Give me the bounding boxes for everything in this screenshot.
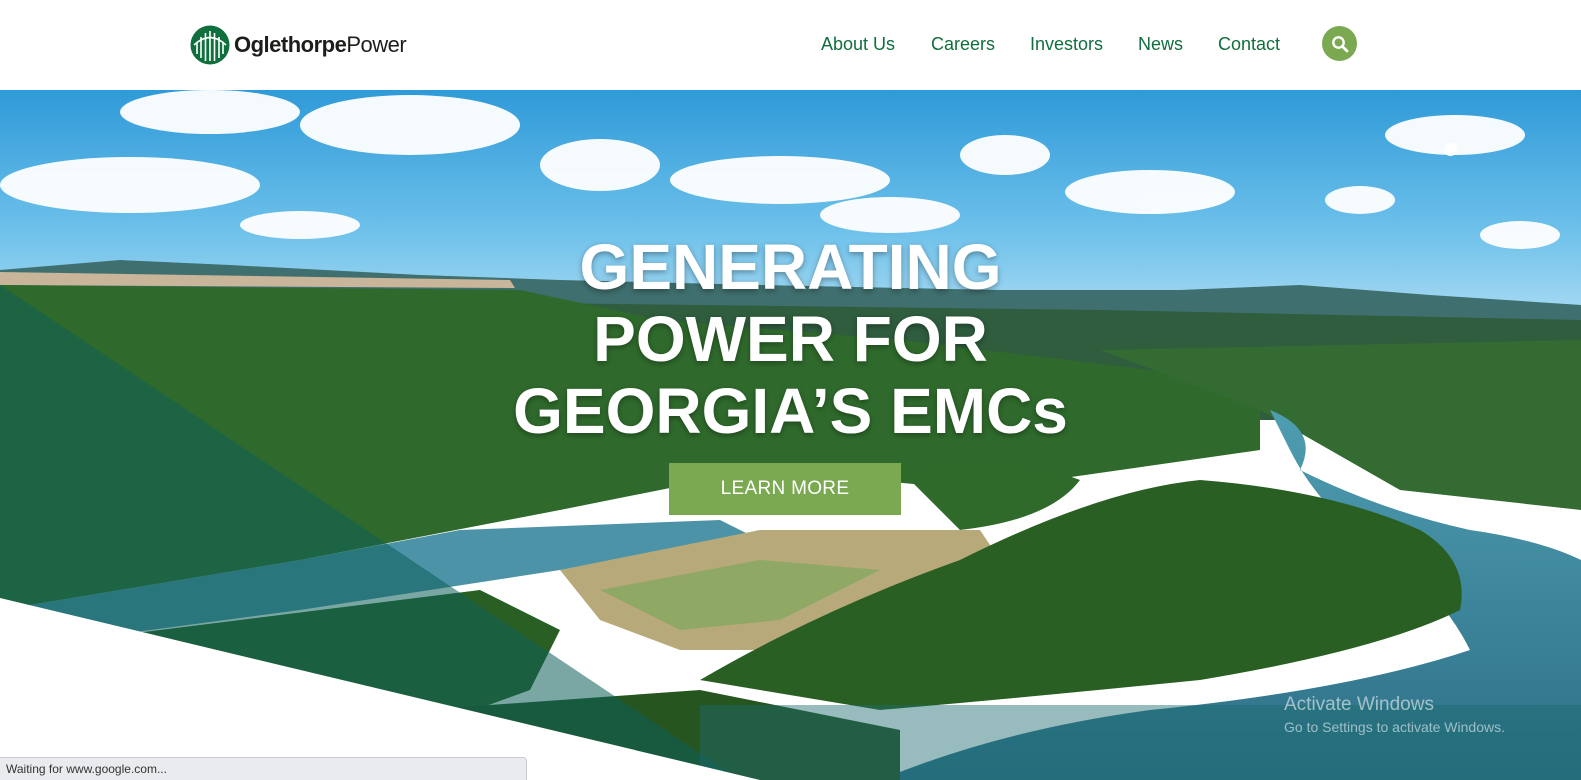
watermark-line-1: Activate Windows (1284, 694, 1434, 715)
site-header: OglethorpePower About Us Careers Investo… (0, 0, 1581, 90)
carousel-dot[interactable] (1444, 143, 1457, 156)
nav-about-us[interactable]: About Us (821, 34, 895, 55)
nav-investors[interactable]: Investors (1030, 34, 1103, 55)
hero-headline: GENERATING POWER FOR GEORGIA’S EMCs (0, 231, 1581, 447)
nav-contact[interactable]: Contact (1218, 34, 1280, 55)
hero-banner: GENERATING POWER FOR GEORGIA’S EMCs LEAR… (0, 90, 1581, 780)
headline-line-2: POWER FOR (593, 303, 988, 375)
watermark-line-2: Go to Settings to activate Windows. (1284, 719, 1505, 735)
logo-mark-icon (190, 25, 230, 65)
nav-careers[interactable]: Careers (931, 34, 995, 55)
activate-windows-watermark: Activate Windows Go to Settings to activ… (1284, 694, 1505, 735)
learn-more-button[interactable]: LEARN MORE (669, 463, 901, 515)
oglethorpe-power-logo[interactable]: OglethorpePower (190, 25, 407, 65)
browser-status-bar: Waiting for www.google.com... (0, 757, 527, 780)
nav-news[interactable]: News (1138, 34, 1183, 55)
search-icon (1331, 35, 1348, 52)
search-button[interactable] (1322, 26, 1357, 61)
headline-line-3: GEORGIA’S EMCs (513, 375, 1068, 447)
logo-wordmark: OglethorpePower (234, 32, 407, 57)
headline-line-1: GENERATING (579, 231, 1002, 303)
